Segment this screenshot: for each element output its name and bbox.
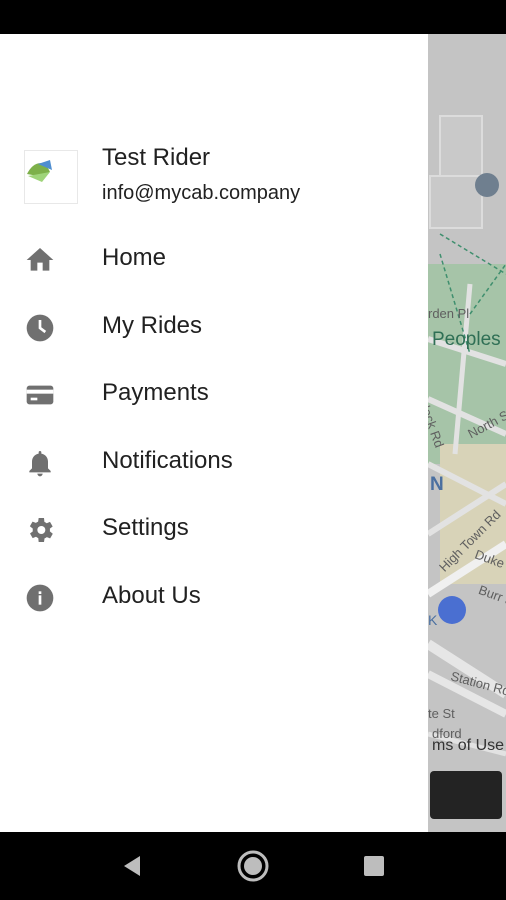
map-terms-link[interactable]: ms of Use xyxy=(432,737,504,755)
map-action-button[interactable] xyxy=(430,771,502,819)
map-label-te-st: te St xyxy=(428,706,455,721)
menu-item-payments[interactable]: Payments xyxy=(0,361,428,429)
home-icon xyxy=(26,248,54,271)
menu-item-about-us[interactable]: About Us xyxy=(0,564,428,632)
gear-icon xyxy=(29,518,53,542)
map-label-arden-pl: rden Pl xyxy=(428,306,470,321)
home-button-icon[interactable] xyxy=(233,846,273,886)
menu-item-label: My Rides xyxy=(102,311,203,339)
drawer-menu: Home My Rides Payments Notifications Set… xyxy=(0,226,428,631)
user-email: info@mycab.company xyxy=(102,182,301,204)
bell-icon xyxy=(29,450,51,476)
menu-item-label: Notifications xyxy=(102,446,233,474)
menu-item-label: Home xyxy=(102,244,167,271)
menu-item-settings[interactable]: Settings xyxy=(0,496,428,564)
map-label-k: K xyxy=(428,612,438,628)
clock-icon xyxy=(26,314,54,341)
map-label-n: N xyxy=(430,474,444,495)
credit-card-icon xyxy=(26,385,54,405)
menu-item-notifications[interactable]: Notifications xyxy=(0,429,428,497)
navigation-drawer: Test Rider info@mycab.company Home My Ri… xyxy=(0,34,428,832)
user-name: Test Rider xyxy=(102,144,211,171)
menu-item-label: About Us xyxy=(102,581,201,609)
recents-icon[interactable] xyxy=(354,846,394,886)
menu-item-label: Payments xyxy=(102,379,209,406)
menu-item-my-rides[interactable]: My Rides xyxy=(0,294,428,362)
info-icon xyxy=(26,584,54,611)
avatar xyxy=(24,150,78,204)
map-label-peoples: Peoples xyxy=(432,329,501,350)
system-nav-bar xyxy=(0,832,506,900)
menu-item-home[interactable]: Home xyxy=(0,226,428,294)
back-icon[interactable] xyxy=(112,846,152,886)
broken-image-icon xyxy=(24,150,78,204)
profile-header: Test Rider info@mycab.company xyxy=(0,138,428,228)
menu-item-label: Settings xyxy=(102,514,189,541)
status-bar xyxy=(0,0,506,34)
